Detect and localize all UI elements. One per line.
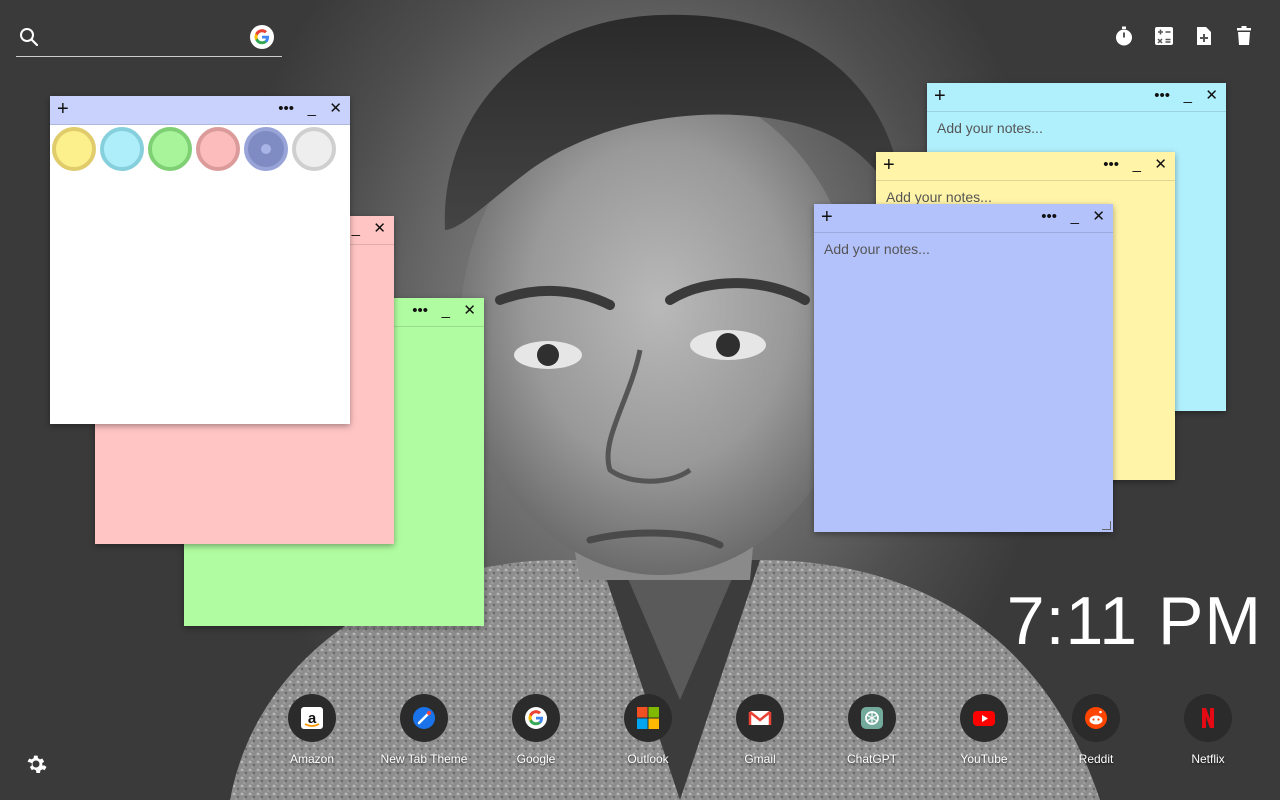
- google-icon[interactable]: [250, 25, 274, 49]
- close-button[interactable]: ✕: [1092, 209, 1105, 225]
- gear-icon[interactable]: [24, 752, 48, 776]
- timer-icon[interactable]: [1112, 24, 1136, 48]
- chatgpt-icon: [848, 694, 896, 742]
- gmail-icon: [736, 694, 784, 742]
- close-button[interactable]: ✕: [463, 303, 476, 319]
- swatch-white[interactable]: [292, 127, 336, 171]
- resize-handle[interactable]: [1102, 521, 1111, 530]
- youtube-icon: [960, 694, 1008, 742]
- shortcut-dock: a Amazon New Tab Theme Google Outlook Gm…: [256, 694, 1264, 774]
- add-note-icon[interactable]: [1192, 24, 1216, 48]
- shortcut-label: Google: [516, 752, 556, 766]
- swatch-yellow[interactable]: [52, 127, 96, 171]
- add-note-button[interactable]: +: [934, 86, 946, 106]
- close-button[interactable]: ✕: [329, 101, 342, 117]
- minimize-button[interactable]: _: [1133, 157, 1141, 173]
- netflix-icon: [1184, 694, 1232, 742]
- note-menu-button[interactable]: •••: [1154, 88, 1170, 104]
- minimize-button[interactable]: _: [1071, 209, 1079, 225]
- swatch-green[interactable]: [148, 127, 192, 171]
- shortcut-netflix[interactable]: Netflix: [1152, 694, 1264, 766]
- minimize-button[interactable]: _: [1184, 88, 1192, 104]
- clock: 7:11 PM: [1006, 583, 1262, 659]
- shortcut-google[interactable]: Google: [480, 694, 592, 766]
- search-input[interactable]: [50, 26, 254, 52]
- shortcut-label: ChatGPT: [846, 752, 897, 766]
- minimize-button[interactable]: _: [442, 303, 450, 319]
- swatch-cyan[interactable]: [100, 127, 144, 171]
- note-toolbar: + ••• _ ✕: [814, 204, 1113, 233]
- selected-indicator: [261, 144, 271, 154]
- note-toolbar: + ••• _ ✕: [876, 152, 1175, 181]
- shortcut-label: Amazon: [289, 752, 335, 766]
- top-toolbar: [1112, 24, 1256, 48]
- minimize-button[interactable]: _: [308, 101, 316, 117]
- svg-text:a: a: [308, 710, 317, 727]
- add-note-button[interactable]: +: [821, 207, 833, 227]
- outlook-icon: [624, 694, 672, 742]
- shortcut-label: Netflix: [1191, 752, 1225, 766]
- color-palette: [50, 125, 350, 181]
- note-menu-button[interactable]: •••: [278, 101, 294, 117]
- note-toolbar: + ••• _ ✕: [927, 83, 1226, 112]
- shortcut-chatgpt[interactable]: ChatGPT: [816, 694, 928, 766]
- minimize-button[interactable]: _: [352, 221, 360, 237]
- swatch-pink[interactable]: [196, 127, 240, 171]
- shortcut-label: Reddit: [1078, 752, 1114, 766]
- reddit-icon: [1072, 694, 1120, 742]
- note-menu-button[interactable]: •••: [412, 303, 428, 319]
- shortcut-reddit[interactable]: Reddit: [1040, 694, 1152, 766]
- amazon-icon: a: [288, 694, 336, 742]
- shortcut-gmail[interactable]: Gmail: [704, 694, 816, 766]
- shortcut-label: Gmail: [744, 752, 776, 766]
- note-menu-button[interactable]: •••: [1103, 157, 1119, 173]
- search-icon[interactable]: [18, 26, 40, 48]
- google-icon: [512, 694, 560, 742]
- note-toolbar: + ••• _ ✕: [50, 96, 350, 125]
- calculator-icon[interactable]: [1152, 24, 1176, 48]
- note-text-area[interactable]: Add your notes...: [814, 233, 1113, 532]
- new-tab-theme-icon: [400, 694, 448, 742]
- shortcut-youtube[interactable]: YouTube: [928, 694, 1040, 766]
- add-note-button[interactable]: +: [883, 155, 895, 175]
- close-button[interactable]: ✕: [1154, 157, 1167, 173]
- trash-icon[interactable]: [1232, 24, 1256, 48]
- swatch-blue-selected[interactable]: [244, 127, 288, 171]
- shortcut-label: New Tab Theme: [380, 752, 468, 766]
- shortcut-amazon[interactable]: a Amazon: [256, 694, 368, 766]
- shortcut-new-tab-theme[interactable]: New Tab Theme: [368, 694, 480, 766]
- shortcut-label: YouTube: [960, 752, 1008, 766]
- add-note-button[interactable]: +: [57, 99, 69, 119]
- shortcut-label: Outlook: [627, 752, 669, 766]
- close-button[interactable]: ✕: [1205, 88, 1218, 104]
- note-white[interactable]: + ••• _ ✕: [50, 96, 350, 424]
- shortcut-outlook[interactable]: Outlook: [592, 694, 704, 766]
- note-menu-button[interactable]: •••: [1041, 209, 1057, 225]
- note-blue[interactable]: + ••• _ ✕ Add your notes...: [814, 204, 1113, 532]
- close-button[interactable]: ✕: [373, 221, 386, 237]
- search-bar[interactable]: [16, 22, 282, 57]
